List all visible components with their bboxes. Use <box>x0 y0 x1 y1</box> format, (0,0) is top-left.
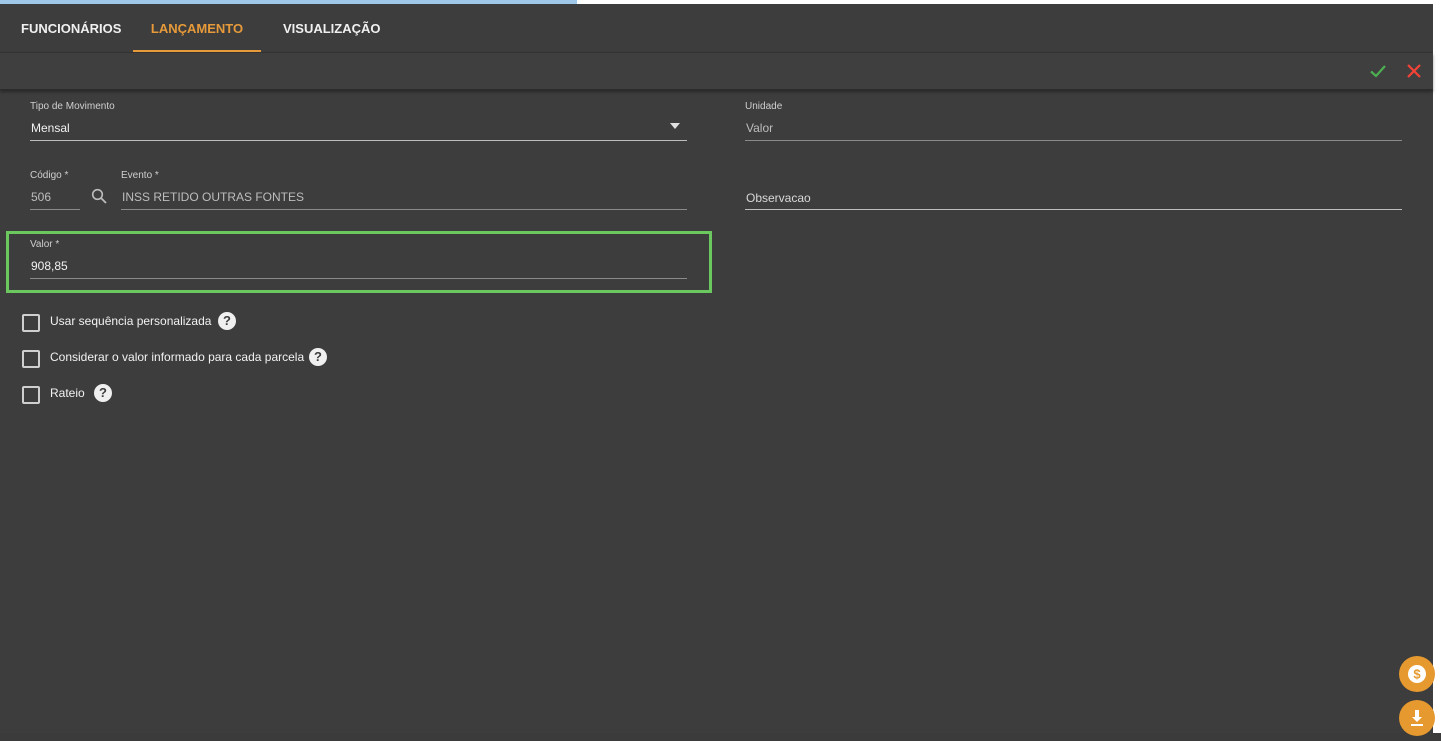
valor-underline <box>30 278 687 279</box>
unidade-underline <box>745 140 1402 141</box>
tipo-movimento-underline <box>30 140 687 141</box>
evento-underline <box>121 209 687 210</box>
download-icon <box>1411 710 1423 726</box>
codigo-label: Código * <box>30 170 69 181</box>
rateio-checkbox[interactable] <box>22 386 40 404</box>
close-icon <box>1407 64 1421 78</box>
help-icon[interactable]: ? <box>94 384 112 402</box>
valor-field[interactable]: 908,85 <box>31 259 681 273</box>
observacao-input[interactable]: Observacao <box>746 191 1396 205</box>
dollar-icon: $ <box>1408 665 1426 683</box>
finance-fab-button[interactable]: $ <box>1399 656 1435 692</box>
codigo-underline <box>30 209 80 210</box>
unidade-label: Unidade <box>745 101 783 112</box>
sequencia-checkbox[interactable] <box>22 314 40 332</box>
evento-field[interactable]: INSS RETIDO OUTRAS FONTES <box>122 190 682 204</box>
unidade-field: Valor <box>746 121 774 135</box>
tab-bar: FUNCIONÁRIOS LANÇAMENTO VISUALIZAÇÃO <box>0 4 1433 53</box>
observacao-underline <box>745 209 1402 210</box>
cancel-button[interactable] <box>1402 59 1426 83</box>
sequencia-label[interactable]: Usar sequência personalizada <box>50 314 211 328</box>
download-fab-button[interactable] <box>1399 700 1435 736</box>
evento-label: Evento * <box>121 170 159 181</box>
app-panel <box>0 4 1433 733</box>
check-icon <box>1370 65 1386 78</box>
svg-text:$: $ <box>1413 667 1421 682</box>
rateio-label[interactable]: Rateio <box>50 386 85 400</box>
help-icon[interactable]: ? <box>218 312 236 330</box>
parcela-label[interactable]: Considerar o valor informado para cada p… <box>50 350 304 364</box>
valor-label: Valor * <box>30 239 60 250</box>
tab-visualizacao[interactable]: VISUALIZAÇÃO <box>283 4 381 52</box>
confirm-button[interactable] <box>1366 59 1390 83</box>
right-border <box>1433 4 1441 733</box>
codigo-field[interactable]: 506 <box>31 190 79 204</box>
parcela-checkbox[interactable] <box>22 350 40 368</box>
tab-funcionarios[interactable]: FUNCIONÁRIOS <box>21 4 121 52</box>
chevron-down-icon[interactable] <box>670 123 680 129</box>
tipo-movimento-select[interactable]: Mensal <box>31 121 671 135</box>
tipo-movimento-label: Tipo de Movimento <box>30 101 115 112</box>
tab-lancamento[interactable]: LANÇAMENTO <box>133 4 261 52</box>
help-icon[interactable]: ? <box>309 348 327 366</box>
action-toolbar <box>0 53 1433 90</box>
search-icon[interactable] <box>91 188 107 204</box>
